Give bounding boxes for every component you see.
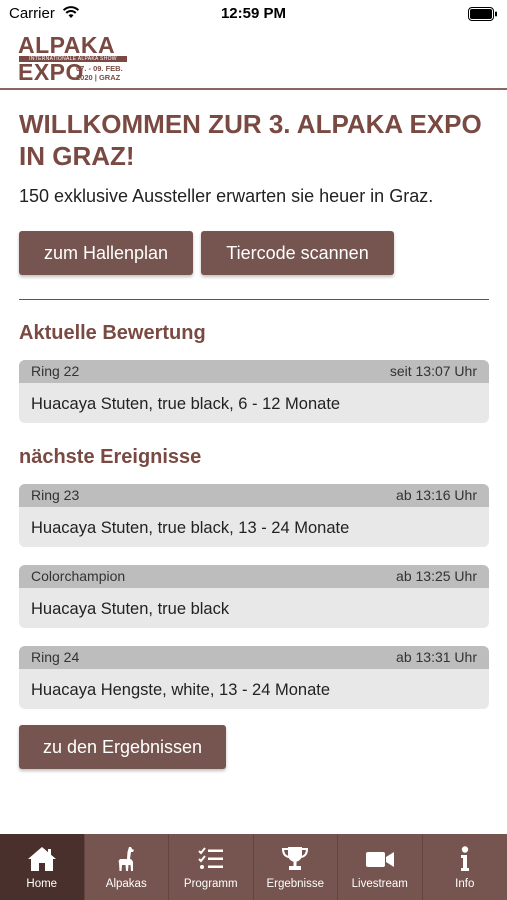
event-ring: Ring 24 (31, 649, 80, 665)
video-camera-icon (365, 852, 394, 867)
event-ring: Colorchampion (31, 568, 126, 584)
current-event-card[interactable]: Ring 22 seit 13:07 Uhr Huacaya Stuten, t… (19, 360, 489, 423)
info-icon (460, 846, 469, 871)
card-header: Ring 22 seit 13:07 Uhr (19, 360, 489, 383)
card-header: Colorchampion ab 13:25 Uhr (19, 565, 489, 588)
tab-bar: Home Alpakas Programm Ergebnisse Livestr… (0, 834, 507, 900)
next-event-card[interactable]: Ring 24 ab 13:31 Uhr Huacaya Hengste, wh… (19, 646, 489, 709)
checklist-icon (198, 847, 223, 869)
event-description: Huacaya Stuten, true black (31, 600, 230, 618)
app-header: ALPAKA INTERNATIONALE ALPAKA SHOW EXPO 0… (0, 28, 507, 90)
hallenplan-button[interactable]: zum Hallenplan (19, 231, 193, 275)
logo-dates-line1: 07. - 09. FEB. (76, 64, 123, 73)
next-event-card[interactable]: Ring 23 ab 13:16 Uhr Huacaya Stuten, tru… (19, 484, 489, 547)
tab-programm[interactable]: Programm (169, 834, 254, 900)
event-time: seit 13:07 Uhr (389, 363, 477, 379)
scan-tiercode-button[interactable]: Tiercode scannen (201, 231, 394, 275)
tab-label: Programm (183, 878, 238, 890)
next-events-heading: nächste Ereignisse (19, 446, 202, 468)
event-time: ab 13:16 Uhr (396, 487, 477, 503)
trophy-icon (282, 847, 309, 870)
logo-line1: ALPAKA (18, 32, 116, 58)
intro-text: 150 exklusive Aussteller erwarten sie he… (19, 186, 434, 206)
event-description: Huacaya Stuten, true black, 6 - 12 Monat… (31, 395, 341, 413)
tab-alpakas[interactable]: Alpakas (85, 834, 169, 900)
tab-home[interactable]: Home (0, 834, 85, 900)
page-title: WILLKOMMEN ZUR 3. ALPAKA EXPO IN GRAZ! (19, 109, 482, 171)
tab-label: Info (455, 878, 475, 890)
clock: 12:59 PM (220, 5, 287, 22)
tab-info[interactable]: Info (423, 834, 507, 900)
event-description: Huacaya Stuten, true black, 13 - 24 Mona… (31, 519, 350, 537)
alpaca-icon (118, 847, 135, 871)
battery-icon (468, 7, 497, 21)
logo-line2: EXPO (18, 59, 84, 85)
event-time: ab 13:31 Uhr (396, 649, 477, 665)
card-header: Ring 23 ab 13:16 Uhr (19, 484, 489, 507)
tab-livestream[interactable]: Livestream (338, 834, 423, 900)
card-header: Ring 24 ab 13:31 Uhr (19, 646, 489, 669)
tab-label: Alpakas (105, 878, 147, 890)
tab-ergebnisse[interactable]: Ergebnisse (254, 834, 338, 900)
tab-label: Ergebnisse (266, 878, 325, 890)
next-event-card[interactable]: Colorchampion ab 13:25 Uhr Huacaya Stute… (19, 565, 489, 628)
logo-dates-line2: 2020 | GRAZ (76, 73, 121, 82)
alpaka-expo-logo[interactable]: ALPAKA INTERNATIONALE ALPAKA SHOW EXPO 0… (18, 34, 130, 84)
event-ring: Ring 22 (31, 363, 80, 379)
results-button[interactable]: zu den Ergebnissen (19, 725, 226, 769)
divider (19, 299, 489, 300)
event-time: ab 13:25 Uhr (396, 568, 477, 584)
tab-label: Home (26, 878, 58, 890)
current-judging-heading: Aktuelle Bewertung (19, 322, 206, 344)
status-bar: Carrier 12:59 PM (0, 0, 507, 28)
tab-label: Livestream (351, 878, 408, 890)
event-description: Huacaya Hengste, white, 13 - 24 Monate (31, 681, 331, 699)
logo-dates: 07. - 09. FEB. 2020 | GRAZ (76, 64, 123, 82)
home-icon (27, 847, 56, 871)
event-ring: Ring 23 (31, 487, 80, 503)
